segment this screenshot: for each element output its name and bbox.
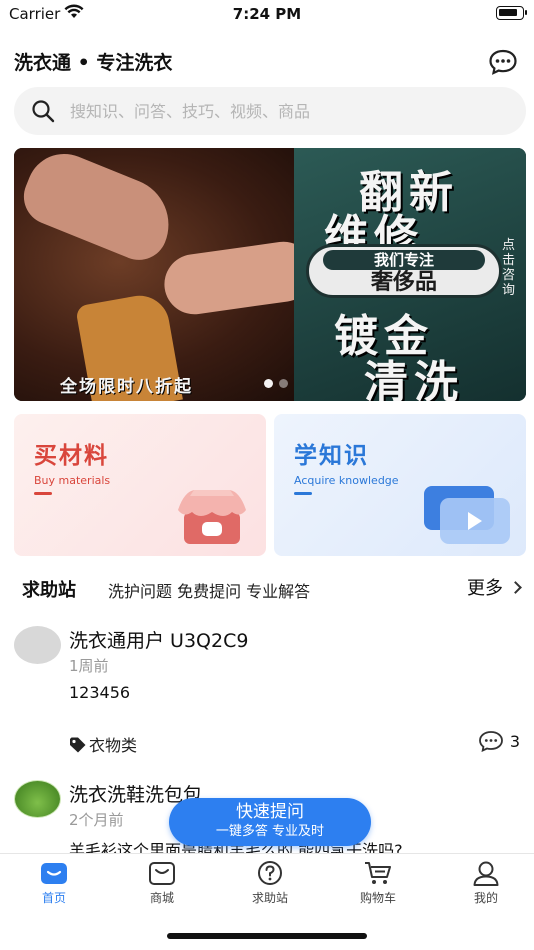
tab-profile[interactable]: 我的 <box>446 860 526 906</box>
post-time: 2个月前 <box>69 811 124 829</box>
banner-pill-bottom: 奢侈品 <box>370 270 437 295</box>
banner-pill: 我们专注 奢侈品 <box>306 244 502 298</box>
acquire-knowledge-title: 学知识 <box>294 443 369 469</box>
banner-promo: 全场限时八折起 <box>60 377 193 397</box>
buy-materials-card[interactable]: 买材料 Buy materials <box>14 414 266 556</box>
search-icon <box>32 100 55 123</box>
tab-mall-label: 商城 <box>149 891 174 905</box>
comment-icon <box>478 731 503 753</box>
tab-cart[interactable]: 购物车 <box>338 860 418 906</box>
more-label: 更多 <box>467 578 503 599</box>
carousel-dot[interactable] <box>279 379 288 388</box>
tab-help[interactable]: 求助站 <box>230 860 310 906</box>
buy-materials-title: 买材料 <box>34 443 109 469</box>
help-section-subtitle: 洗护问题 免费提问 专业解答 <box>108 582 311 601</box>
home-icon <box>41 863 67 884</box>
post-tag-label: 衣物类 <box>89 736 138 755</box>
card-accent-line <box>294 492 312 495</box>
battery-icon <box>496 6 527 20</box>
status-bar: Carrier 7:24 PM <box>0 0 534 30</box>
avatar[interactable] <box>14 626 61 664</box>
message-button[interactable] <box>488 48 520 78</box>
search-input[interactable] <box>70 87 500 135</box>
tab-mall[interactable]: 商城 <box>122 860 202 906</box>
tag-icon <box>70 737 86 753</box>
profile-icon <box>473 861 499 886</box>
acquire-knowledge-card[interactable]: 学知识 Acquire knowledge <box>274 414 526 556</box>
carousel-dot[interactable] <box>264 379 273 388</box>
card-accent-line <box>34 492 52 495</box>
buy-materials-subtitle: Buy materials <box>34 474 111 487</box>
help-section-header: 求助站 洗护问题 免费提问 专业解答 更多 <box>22 574 522 604</box>
search-bar[interactable] <box>14 87 526 135</box>
quick-ask-sublabel: 一键多答 专业及时 <box>215 824 325 839</box>
quick-ask-button[interactable]: 快速提问 一键多答 专业及时 <box>169 798 371 846</box>
banner-consult-text: 点击咨询 <box>502 238 516 298</box>
tab-profile-label: 我的 <box>473 891 498 905</box>
list-item[interactable]: 洗衣通用户 U3Q2C9 1周前 123456 衣物类 3 <box>14 626 520 756</box>
tab-home-label: 首页 <box>41 891 66 905</box>
comment-count-value: 3 <box>509 732 520 751</box>
post-username: 洗衣通用户 U3Q2C9 <box>69 630 249 652</box>
app-header: 洗衣通 • 专注洗衣 <box>14 48 520 80</box>
carousel-dots[interactable] <box>264 373 294 392</box>
home-indicator[interactable] <box>167 933 367 939</box>
avatar[interactable] <box>14 780 61 818</box>
shop-icon <box>178 490 246 544</box>
post-content: 123456 <box>69 683 131 702</box>
post-time: 1周前 <box>69 657 109 675</box>
chat-bubble-icon <box>489 49 517 75</box>
more-link[interactable]: 更多 <box>467 574 522 600</box>
tab-home[interactable]: 首页 <box>14 860 94 906</box>
help-icon <box>258 861 282 885</box>
clock: 7:24 PM <box>232 5 302 23</box>
app-title: 洗衣通 • 专注洗衣 <box>14 52 173 74</box>
promo-banner[interactable]: 翻新 维修 我们专注 奢侈品 点击咨询 镀金 清洗 全场限时八折起 <box>14 148 526 401</box>
tab-help-label: 求助站 <box>251 891 288 905</box>
quick-ask-label: 快速提问 <box>236 802 304 822</box>
comment-count[interactable]: 3 <box>478 730 520 753</box>
video-icon <box>424 486 510 544</box>
tab-cart-label: 购物车 <box>359 891 396 905</box>
shopping-bag-icon <box>149 862 175 885</box>
post-tag[interactable]: 衣物类 <box>69 732 137 756</box>
cart-icon <box>365 862 391 884</box>
banner-pill-top: 我们专注 <box>323 250 485 270</box>
banner-line4: 清洗 <box>364 357 464 401</box>
acquire-knowledge-subtitle: Acquire knowledge <box>294 474 399 487</box>
chevron-right-icon <box>509 581 522 594</box>
help-section-title: 求助站 <box>22 580 76 601</box>
